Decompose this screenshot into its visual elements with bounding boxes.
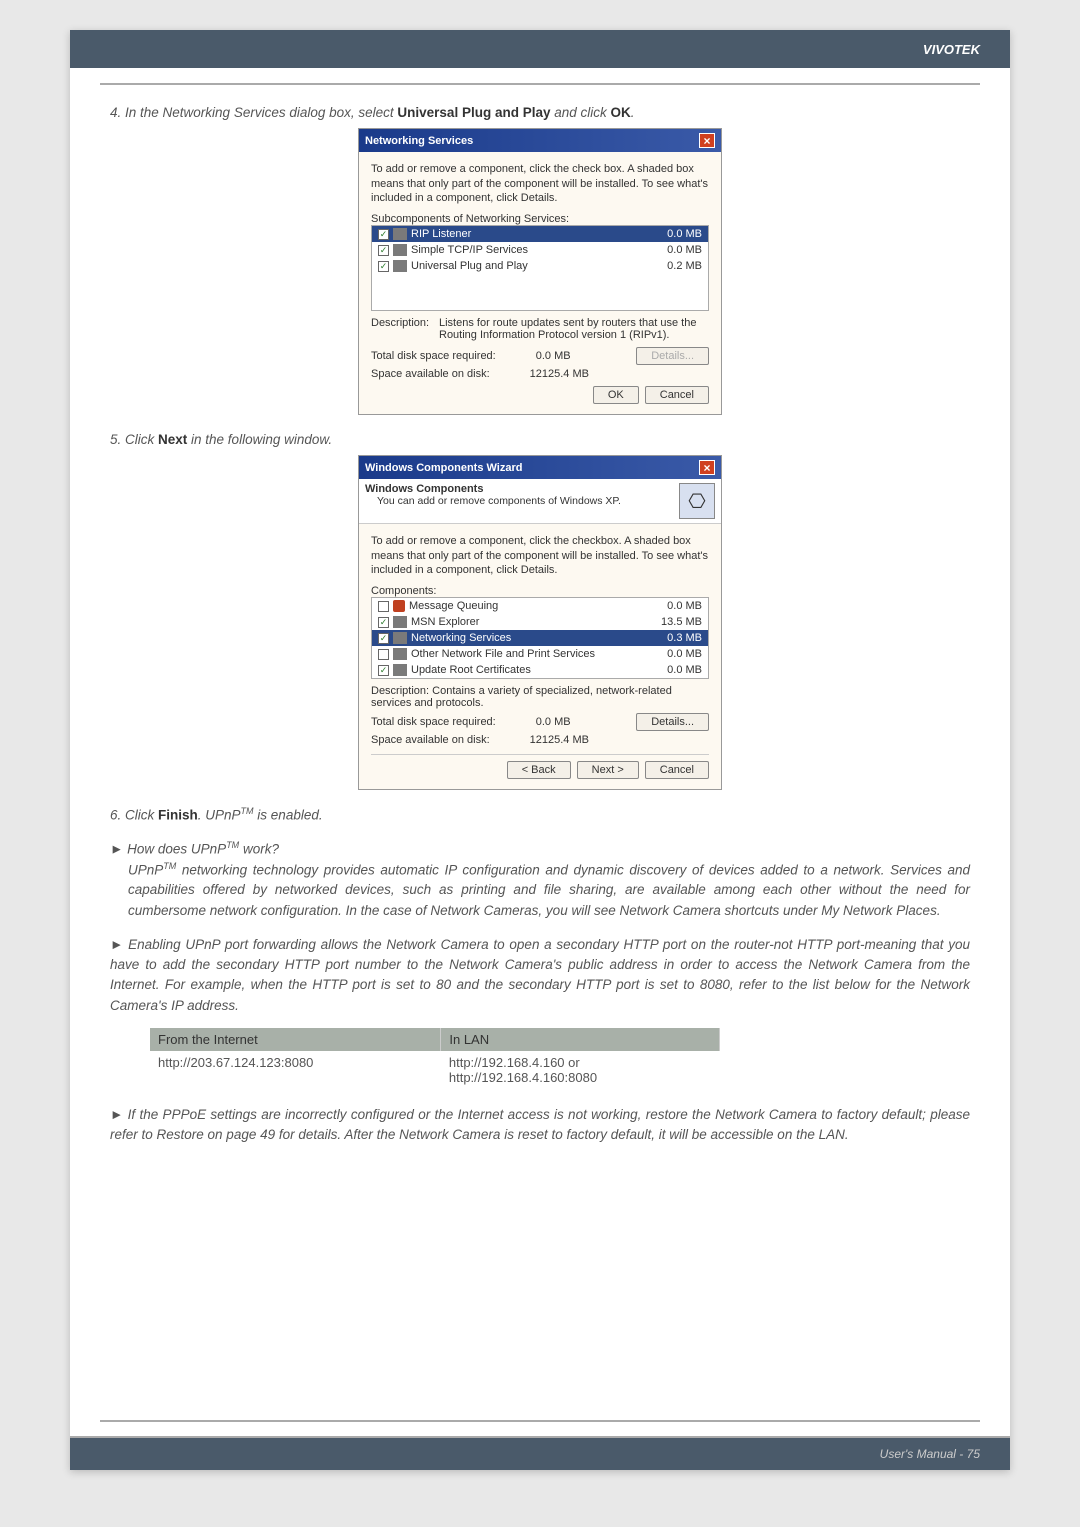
components-label: Components: [371,585,709,597]
list-item[interactable]: ✓Update Root Certificates 0.0 MB [372,662,708,678]
dialog-title-text: Windows Components Wizard [365,462,522,474]
component-icon [393,244,407,256]
dialog-titlebar: Networking Services × [359,129,721,152]
available-label: Space available on disk: [371,734,490,746]
required-value: 0.0 MB [536,716,571,728]
close-icon[interactable]: × [699,460,715,475]
checkbox-icon[interactable]: ✓ [378,633,389,644]
networking-services-dialog: Networking Services × To add or remove a… [358,128,722,415]
details-button[interactable]: Details... [636,347,709,365]
available-value: 12125.4 MB [530,734,589,746]
list-item[interactable]: ✓Message Queuing 0.0 MB [372,598,708,614]
component-icon [393,664,407,676]
list-item[interactable]: ✓Simple TCP/IP Services 0.0 MB [372,242,708,258]
wizard-heading: Windows Components [365,483,621,495]
list-item[interactable]: ✓Other Network File and Print Services 0… [372,646,708,662]
windows-components-wizard-dialog: Windows Components Wizard × Windows Comp… [358,455,722,790]
dialog-titlebar: Windows Components Wizard × [359,456,721,479]
faq-q2-body: ► Enabling UPnP port forwarding allows t… [110,935,970,1016]
footer-divider [100,1420,980,1422]
description-text: Listens for route updates sent by router… [439,317,709,341]
back-button[interactable]: < Back [507,761,571,779]
checkbox-icon[interactable]: ✓ [378,665,389,676]
table-cell: http://192.168.4.160 or http://192.168.4… [441,1051,720,1089]
required-label: Total disk space required: [371,716,496,728]
table-header: From the Internet [150,1028,441,1051]
table-header: In LAN [441,1028,720,1051]
required-value: 0.0 MB [536,350,571,362]
list-item[interactable]: ✓Universal Plug and Play 0.2 MB [372,258,708,274]
ok-button[interactable]: OK [593,386,639,404]
checkbox-icon[interactable]: ✓ [378,229,389,240]
faq-q1-heading: ► How does UPnPTM work? [110,840,970,857]
wizard-icon: ⎔ [679,483,715,519]
checkbox-icon[interactable]: ✓ [378,617,389,628]
required-label: Total disk space required: [371,350,496,362]
available-label: Space available on disk: [371,368,490,380]
component-icon [393,616,407,628]
faq-q1-body: UPnPTM networking technology provides au… [110,860,970,921]
list-item[interactable]: ✓Networking Services 0.3 MB [372,630,708,646]
step-5: 5. Click Next in the following window. [110,430,970,450]
ip-address-table: From the Internet In LAN http://203.67.1… [150,1028,720,1089]
component-icon [393,648,407,660]
dialog-intro: To add or remove a component, click the … [371,534,709,577]
wizard-subheading: You can add or remove components of Wind… [377,495,621,507]
close-icon[interactable]: × [699,133,715,148]
description-label: Description: [371,317,439,341]
details-button[interactable]: Details... [636,713,709,731]
list-item[interactable]: ✓MSN Explorer 13.5 MB [372,614,708,630]
subcomponents-list: ✓RIP Listener 0.0 MB ✓Simple TCP/IP Serv… [371,225,709,311]
table-cell: http://203.67.124.123:8080 [150,1051,441,1089]
brand-label: VIVOTEK [923,42,980,57]
component-icon [393,260,407,272]
step-6: 6. Click Finish. UPnPTM is enabled. [110,805,970,826]
dialog-title-text: Networking Services [365,135,473,147]
components-list: ✓Message Queuing 0.0 MB ✓MSN Explorer 13… [371,597,709,679]
subcomponents-label: Subcomponents of Networking Services: [371,213,709,225]
checkbox-icon[interactable]: ✓ [378,601,389,612]
cancel-button[interactable]: Cancel [645,386,709,404]
step-4: 4. In the Networking Services dialog box… [110,103,970,123]
footer-text: User's Manual - 75 [880,1447,980,1461]
list-item[interactable]: ✓RIP Listener 0.0 MB [372,226,708,242]
page-header: VIVOTEK [70,30,1010,68]
description-label: Description: [371,685,429,697]
next-button[interactable]: Next > [577,761,639,779]
available-value: 12125.4 MB [530,368,589,380]
checkbox-icon[interactable]: ✓ [378,649,389,660]
page-footer: User's Manual - 75 [70,1436,1010,1470]
component-icon [393,632,407,644]
faq-q3-body: ► If the PPPoE settings are incorrectly … [110,1105,970,1146]
cancel-button[interactable]: Cancel [645,761,709,779]
component-icon [393,600,405,612]
dialog-intro: To add or remove a component, click the … [371,162,709,205]
checkbox-icon[interactable]: ✓ [378,261,389,272]
component-icon [393,228,407,240]
checkbox-icon[interactable]: ✓ [378,245,389,256]
